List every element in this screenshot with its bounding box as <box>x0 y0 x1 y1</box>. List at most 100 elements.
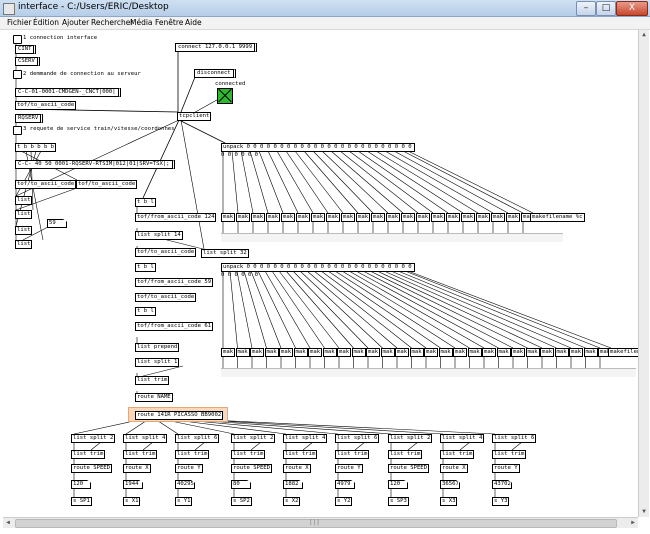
makefilename-mak2-12[interactable]: mak <box>395 348 410 357</box>
makefilename-mak2-5[interactable]: mak <box>293 348 308 357</box>
close-button[interactable]: X <box>616 1 648 16</box>
value-number-8[interactable]: 43702 <box>492 480 512 489</box>
menu-rechercher[interactable]: Rechercher <box>91 17 133 29</box>
list-trim-1[interactable]: list trim <box>123 450 158 459</box>
send-object-7[interactable]: s X3 <box>440 497 458 506</box>
list-object-d[interactable]: list <box>15 240 33 249</box>
list-trim-main[interactable]: list trim <box>135 376 170 385</box>
patch-canvas[interactable]: 1 connection interface connect 127.0.0.1… <box>3 30 638 517</box>
makefilename-mak2-3[interactable]: mak <box>264 348 279 357</box>
makefilename-mak1-9[interactable]: mak <box>356 213 371 222</box>
list-split-1[interactable]: list split 4 <box>123 434 168 443</box>
send-object-5[interactable]: s Y2 <box>335 497 353 506</box>
makefilename-mak2-9[interactable]: mak <box>351 348 366 357</box>
list-trim-6[interactable]: list trim <box>388 450 423 459</box>
makefilename-mak2-21[interactable]: mak <box>525 348 540 357</box>
makefilename-mak1-10[interactable]: mak <box>371 213 386 222</box>
to-ascii-object-2[interactable]: tof/to_ascii_code <box>15 180 77 189</box>
from-ascii-61[interactable]: tof/from_ascii_code 61 <box>135 322 214 331</box>
value-number-6[interactable]: 120 <box>388 480 408 489</box>
send-object-1[interactable]: s X1 <box>123 497 141 506</box>
cmdgen-message[interactable]: C-C-01-0001-CMDGEN-_CNCT|000| <box>15 88 121 97</box>
from-ascii-124[interactable]: tof/from_ascii_code 124 <box>135 213 217 222</box>
makefilename-mak2-13[interactable]: mak <box>409 348 424 357</box>
value-number-3[interactable]: 80 <box>231 480 251 489</box>
route-field-8[interactable]: route Y <box>492 464 520 473</box>
makefilename-mak1-7[interactable]: mak <box>326 213 341 222</box>
list-split-0[interactable]: list split 2 <box>71 434 116 443</box>
list-prepend[interactable]: list prepend <box>135 343 180 352</box>
makefilename-mak2-0[interactable]: mak <box>221 348 236 357</box>
bang-1[interactable] <box>13 35 22 44</box>
makefilename-mak1-4[interactable]: mak <box>281 213 296 222</box>
connected-toggle[interactable] <box>217 88 233 104</box>
list-trim-4[interactable]: list trim <box>283 450 318 459</box>
minimize-button[interactable]: – <box>576 1 596 16</box>
makefilename-mak2-24[interactable]: mak <box>569 348 584 357</box>
trigger-bl-2[interactable]: t b l <box>135 263 156 272</box>
from-ascii-59[interactable]: tof/from_ascii_code 59 <box>135 278 214 287</box>
bang-3[interactable] <box>13 126 22 135</box>
cserv-message[interactable]: CSERV <box>15 57 40 66</box>
rqserv-message[interactable]: RQSERV <box>15 114 44 123</box>
trigger-bl-1[interactable]: t b l <box>135 198 156 207</box>
menu-aide[interactable]: Aide <box>185 17 202 29</box>
vertical-scrollbar[interactable]: ▲ ▼ <box>638 30 649 517</box>
send-object-3[interactable]: s SP2 <box>231 497 252 506</box>
makefilename-mak1-2[interactable]: mak <box>251 213 266 222</box>
makefilename-mak1-18[interactable]: mak <box>491 213 506 222</box>
makefilename-mak1-8[interactable]: mak <box>341 213 356 222</box>
list-trim-0[interactable]: list trim <box>71 450 106 459</box>
makefilename-mak2-2[interactable]: mak <box>250 348 265 357</box>
makefilename-mak2-22[interactable]: mak <box>540 348 555 357</box>
to-ascii-object-x[interactable]: tof/to_ascii_code <box>135 248 197 257</box>
makefilename-mak1-0[interactable]: mak <box>221 213 236 222</box>
makefilename-mak2-8[interactable]: mak <box>337 348 352 357</box>
makefilename-mak2-16[interactable]: mak <box>453 348 468 357</box>
list-object-a[interactable]: list <box>15 196 33 205</box>
route-field-5[interactable]: route Y <box>335 464 363 473</box>
send-object-6[interactable]: s SP3 <box>388 497 409 506</box>
makefilename-mak2-6[interactable]: mak <box>308 348 323 357</box>
makefilename-mak2-4[interactable]: mak <box>279 348 294 357</box>
scroll-right-arrow[interactable]: ▶ <box>628 518 638 528</box>
number-59[interactable]: 59 <box>47 219 67 228</box>
menu-fenetre[interactable]: Fenêtre <box>155 17 183 29</box>
send-object-8[interactable]: s Y3 <box>492 497 510 506</box>
route-field-2[interactable]: route Y <box>175 464 203 473</box>
list-split-3[interactable]: list split 2 <box>231 434 276 443</box>
route-field-3[interactable]: route SPEED <box>231 464 273 473</box>
value-number-2[interactable]: 40295 <box>175 480 195 489</box>
list-object-b[interactable]: list <box>15 210 33 219</box>
menu-fichier[interactable]: Fichier <box>7 17 32 29</box>
list-split-6[interactable]: list split 2 <box>388 434 433 443</box>
list-split-14[interactable]: list split 14 <box>135 231 183 240</box>
makefilename-mak2-19[interactable]: mak <box>496 348 511 357</box>
makefilename-object-2[interactable]: makefilen <box>608 348 638 357</box>
makefilename-mak2-20[interactable]: mak <box>511 348 526 357</box>
value-number-7[interactable]: 36567 <box>440 480 460 489</box>
route-name[interactable]: route NAME <box>135 393 173 402</box>
scroll-left-arrow[interactable]: ◀ <box>3 518 13 528</box>
connect-message[interactable]: connect 127.0.0.1 9999 <box>175 43 258 52</box>
send-object-2[interactable]: s Y1 <box>175 497 193 506</box>
route-trains[interactable]: route 141R PICASSO BB9002 <box>135 411 224 420</box>
scroll-down-arrow[interactable]: ▼ <box>639 507 649 517</box>
list-split-32[interactable]: list split 32 <box>201 249 249 258</box>
menu-ajouter[interactable]: Ajouter <box>62 17 89 29</box>
maximize-button[interactable]: □ <box>596 1 616 16</box>
tcpclient-object[interactable]: tcpclient <box>177 112 212 121</box>
makefilename-mak2-1[interactable]: mak <box>235 348 250 357</box>
list-split-8[interactable]: list split 6 <box>492 434 537 443</box>
menu-media[interactable]: Média <box>130 17 153 29</box>
to-ascii-object-y[interactable]: tof/to_ascii_code <box>135 293 197 302</box>
list-split-5[interactable]: list split 6 <box>335 434 380 443</box>
menu-edition[interactable]: Édition <box>33 17 59 29</box>
title-bar[interactable]: interface - C:/Users/ERIC/Desktop – □ X <box>0 0 650 17</box>
send-object-0[interactable]: s SP1 <box>71 497 92 506</box>
value-number-4[interactable]: 1882 <box>283 480 303 489</box>
makefilename-mak1-17[interactable]: mak <box>476 213 491 222</box>
value-number-0[interactable]: 120 <box>71 480 91 489</box>
trigger-bbbbb[interactable]: t b b b b b <box>15 143 57 152</box>
list-trim-5[interactable]: list trim <box>335 450 370 459</box>
